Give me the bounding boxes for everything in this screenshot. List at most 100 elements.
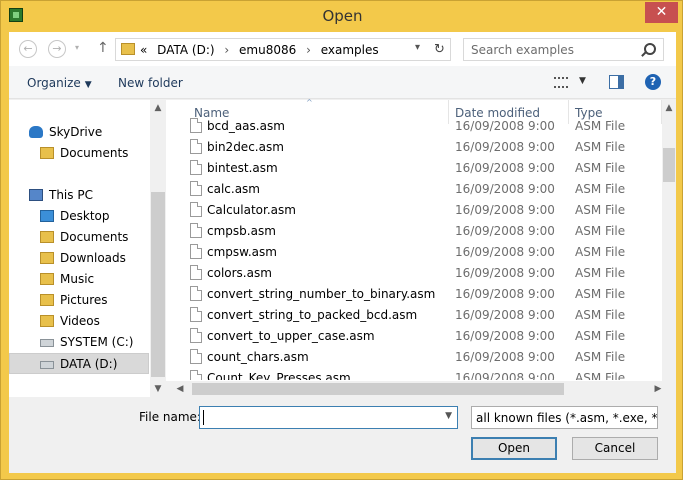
file-row[interactable]: bin2dec.asm 16/09/2008 9:00 ASM File: [166, 136, 662, 157]
tree-item-videos[interactable]: Videos: [9, 311, 149, 332]
up-button[interactable]: ↑: [97, 40, 109, 56]
asm-file-icon: [190, 223, 202, 238]
scroll-down-icon[interactable]: ▼: [150, 381, 166, 397]
search-box[interactable]: Search examples: [463, 38, 664, 61]
scroll-thumb[interactable]: [151, 192, 165, 377]
file-date: 16/09/2008 9:00: [455, 245, 555, 259]
file-date: 16/09/2008 9:00: [455, 203, 555, 217]
scroll-thumb[interactable]: [663, 148, 675, 182]
file-row[interactable]: calc.asm 16/09/2008 9:00 ASM File: [166, 178, 662, 199]
file-row[interactable]: bintest.asm 16/09/2008 9:00 ASM File: [166, 157, 662, 178]
breadcrumb-overflow[interactable]: «: [140, 43, 147, 57]
file-row[interactable]: Count_Key_Presses.asm 16/09/2008 9:00 AS…: [166, 367, 662, 380]
search-icon[interactable]: [644, 43, 656, 55]
file-type: ASM File: [575, 266, 626, 280]
file-name-field[interactable]: ▼: [199, 406, 458, 429]
file-date: 16/09/2008 9:00: [455, 224, 555, 238]
scroll-up-icon[interactable]: ▲: [662, 100, 676, 116]
tree-item-documents[interactable]: Documents: [9, 143, 149, 164]
file-row[interactable]: convert_to_upper_case.asm 16/09/2008 9:0…: [166, 325, 662, 346]
file-list-vertical-scrollbar[interactable]: ▲: [662, 100, 676, 381]
file-name: calc.asm: [207, 182, 260, 196]
drive-icon: [40, 339, 54, 347]
file-name: colors.asm: [207, 266, 272, 280]
tree-item-label: SkyDrive: [49, 125, 103, 139]
navigation-scrollbar[interactable]: ▲ ▼: [150, 100, 166, 397]
tree-item-label: Music: [60, 272, 95, 286]
file-name: Count_Key_Presses.asm: [207, 371, 351, 380]
search-input[interactable]: Search examples: [471, 43, 574, 57]
file-row[interactable]: colors.asm 16/09/2008 9:00 ASM File: [166, 262, 662, 283]
chevron-down-icon[interactable]: ▼: [579, 76, 586, 86]
tree-item-system-drive[interactable]: SYSTEM (C:): [9, 332, 149, 353]
asm-file-icon: [190, 202, 202, 217]
asm-file-icon: [190, 286, 202, 301]
address-dropdown-icon[interactable]: ▾: [415, 42, 420, 53]
tree-item-music[interactable]: Music: [9, 269, 149, 290]
file-type: ASM File: [575, 182, 626, 196]
file-list-horizontal-scrollbar[interactable]: ◀ ▶: [166, 381, 662, 397]
new-folder-button[interactable]: New folder: [118, 76, 183, 90]
file-list: ^ Name Date modified Type bcd_aas.asm 16…: [166, 98, 676, 397]
file-name: convert_string_number_to_binary.asm: [207, 287, 436, 301]
tree-item-label: Videos: [60, 314, 100, 328]
open-button[interactable]: Open: [471, 437, 557, 460]
file-type: ASM File: [575, 140, 626, 154]
file-row[interactable]: bcd_aas.asm 16/09/2008 9:00 ASM File: [166, 118, 662, 136]
file-row[interactable]: Calculator.asm 16/09/2008 9:00 ASM File: [166, 199, 662, 220]
title-bar[interactable]: Open ✕: [1, 1, 683, 32]
view-options-icon[interactable]: [554, 77, 568, 88]
file-name: cmpsw.asm: [207, 245, 277, 259]
tree-item-label: Downloads: [60, 251, 126, 265]
tree-item-desktop[interactable]: Desktop: [9, 206, 149, 227]
organize-button[interactable]: Organize ▼: [27, 76, 92, 90]
text-cursor: [203, 410, 204, 425]
tree-item-label: DATA (D:): [60, 357, 118, 371]
breadcrumb-emu8086[interactable]: emu8086: [239, 43, 296, 57]
file-row[interactable]: cmpsw.asm 16/09/2008 9:00 ASM File: [166, 241, 662, 262]
breadcrumb-separator[interactable]: ›: [306, 43, 311, 57]
breadcrumb-examples[interactable]: examples: [321, 43, 379, 57]
breadcrumb-data-drive[interactable]: DATA (D:): [157, 43, 214, 57]
tree-item-skydrive[interactable]: SkyDrive: [9, 122, 149, 143]
back-button[interactable]: ←: [19, 40, 37, 58]
chevron-down-icon[interactable]: ▼: [445, 411, 452, 421]
file-name: convert_string_to_packed_bcd.asm: [207, 308, 418, 322]
preview-pane-icon[interactable]: [609, 75, 624, 89]
file-row[interactable]: convert_string_number_to_binary.asm 16/0…: [166, 283, 662, 304]
file-date: 16/09/2008 9:00: [455, 140, 555, 154]
refresh-icon[interactable]: ↻: [434, 42, 445, 57]
folder-icon: [121, 43, 135, 55]
file-row[interactable]: convert_string_to_packed_bcd.asm 16/09/2…: [166, 304, 662, 325]
tree-item-downloads[interactable]: Downloads: [9, 248, 149, 269]
scroll-up-icon[interactable]: ▲: [150, 100, 166, 116]
file-date: 16/09/2008 9:00: [455, 329, 555, 343]
file-type-filter[interactable]: all known files (*.asm, *.exe, *.c: [471, 406, 658, 429]
tree-item-documents[interactable]: Documents: [9, 227, 149, 248]
breadcrumb-separator[interactable]: ›: [224, 43, 229, 57]
file-name-label: File name:: [139, 410, 201, 424]
scroll-left-icon[interactable]: ◀: [172, 381, 188, 397]
sort-ascending-icon: ^: [306, 98, 313, 107]
asm-file-icon: [190, 370, 202, 380]
tree-item-pictures[interactable]: Pictures: [9, 290, 149, 311]
tree-item-data-drive[interactable]: DATA (D:): [9, 353, 149, 374]
forward-button[interactable]: →: [48, 40, 66, 58]
navigation-bar: ← → ▾ ↑ « DATA (D:) › emu8086 › examples…: [9, 32, 676, 66]
address-bar[interactable]: « DATA (D:) › emu8086 › examples ▾ ↻: [115, 38, 451, 61]
tree-item-this-pc[interactable]: This PC: [9, 185, 149, 206]
cancel-button[interactable]: Cancel: [572, 437, 658, 460]
asm-file-icon: [190, 349, 202, 364]
recent-locations-icon[interactable]: ▾: [71, 40, 83, 58]
file-type: ASM File: [575, 350, 626, 364]
file-row[interactable]: cmpsb.asm 16/09/2008 9:00 ASM File: [166, 220, 662, 241]
folder-icon: [40, 147, 54, 159]
file-rows: bcd_aas.asm 16/09/2008 9:00 ASM File bin…: [166, 118, 662, 380]
close-button[interactable]: ✕: [645, 2, 678, 23]
folder-icon: [40, 252, 54, 264]
folder-icon: [40, 231, 54, 243]
file-row[interactable]: count_chars.asm 16/09/2008 9:00 ASM File: [166, 346, 662, 367]
file-name: bintest.asm: [207, 161, 278, 175]
help-icon[interactable]: ?: [645, 74, 661, 90]
scroll-thumb[interactable]: [192, 383, 564, 395]
